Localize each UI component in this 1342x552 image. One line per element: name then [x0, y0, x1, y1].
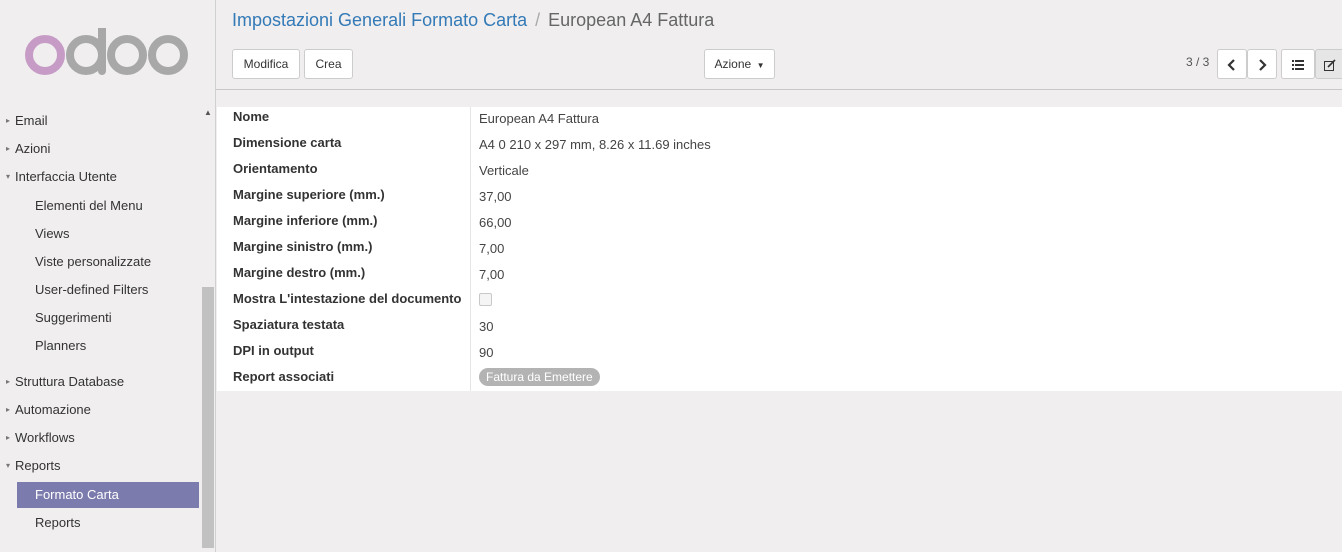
- edit-button[interactable]: Modifica: [232, 49, 300, 79]
- field-row-dimensione-carta: Dimensione carta A4 0 210 x 297 mm, 8.26…: [217, 133, 1342, 159]
- field-label: Margine destro (mm.): [233, 265, 366, 280]
- sidebar-scrollbar[interactable]: ▲: [201, 106, 215, 552]
- breadcrumb-separator: /: [535, 10, 541, 30]
- field-label: Report associati: [233, 369, 335, 384]
- field-row-margine-superiore: Margine superiore (mm.) 37,00: [217, 185, 1342, 211]
- action-dropdown-button[interactable]: Azione ▼: [704, 49, 775, 79]
- breadcrumb: Impostazioni Generali Formato Carta / Euro…: [232, 10, 714, 31]
- control-panel: Impostazioni Generali Formato Carta / Euro…: [216, 0, 1342, 90]
- sidebar-item-label: Formato Carta: [35, 487, 119, 502]
- field-value: 90: [479, 345, 494, 360]
- field-label: Margine superiore (mm.): [233, 187, 385, 202]
- field-label: Orientamento: [233, 161, 318, 176]
- field-row-nome: Nome European A4 Fattura: [217, 107, 1342, 133]
- caret-down-icon: ▾: [5, 461, 10, 470]
- sidebar-item-label: Viste personalizzate: [35, 254, 152, 269]
- field-row-spaziatura-testata: Spaziatura testata 30: [217, 315, 1342, 341]
- sidebar-item-label: Suggerimenti: [35, 310, 112, 325]
- caret-right-icon: ▸: [5, 377, 10, 386]
- field-label: Dimensione carta: [233, 135, 342, 150]
- field-row-orientamento: Orientamento Verticale: [217, 159, 1342, 185]
- field-value: 7,00: [479, 241, 505, 256]
- pager-next-button[interactable]: [1247, 49, 1277, 79]
- field-label: Mostra L'intestazione del documento: [233, 291, 462, 306]
- caret-right-icon: ▸: [5, 144, 10, 153]
- form-sheet: Nome European A4 Fattura Dimensione cart…: [217, 107, 1342, 391]
- field-row-margine-inferiore: Margine inferiore (mm.) 66,00: [217, 211, 1342, 237]
- breadcrumb-current: European A4 Fattura: [548, 10, 715, 30]
- report-tag[interactable]: Fattura da Emettere: [479, 368, 600, 386]
- caret-down-icon: ▼: [756, 61, 765, 70]
- create-button[interactable]: Crea: [304, 49, 353, 79]
- field-value: 37,00: [479, 189, 512, 204]
- field-value: A4 0 210 x 297 mm, 8.26 x 11.69 inches: [479, 137, 711, 152]
- caret-down-icon: ▾: [5, 172, 10, 181]
- sidebar-item-label: Email: [15, 113, 48, 128]
- field-row-mostra-intestazione: Mostra L'intestazione del documento: [217, 289, 1342, 315]
- chevron-right-icon: [1259, 59, 1267, 71]
- field-value: 66,00: [479, 215, 512, 230]
- sidebar-item-label: User-defined Filters: [35, 282, 149, 297]
- odoo-logo[interactable]: [22, 28, 192, 80]
- form-view-button[interactable]: [1315, 49, 1342, 79]
- field-row-dpi-in-output: DPI in output 90: [217, 341, 1342, 367]
- sidebar-item-label: Automazione: [15, 402, 91, 417]
- caret-right-icon: ▸: [5, 405, 10, 414]
- caret-right-icon: ▸: [5, 433, 10, 442]
- scroll-up-arrow-icon[interactable]: ▲: [201, 106, 215, 120]
- field-row-margine-sinistro: Margine sinistro (mm.) 7,00: [217, 237, 1342, 263]
- field-value: European A4 Fattura: [479, 111, 599, 126]
- sidebar-item-label: Struttura Database: [15, 374, 125, 389]
- chevron-left-icon: [1227, 59, 1235, 71]
- sidebar-item-label: Reports: [15, 458, 61, 473]
- header-checkbox[interactable]: [479, 293, 492, 306]
- sidebar-item-label: Planners: [35, 338, 87, 353]
- field-label: Margine inferiore (mm.): [233, 213, 378, 228]
- scrollbar-thumb[interactable]: [202, 287, 214, 548]
- pager-value[interactable]: 3 / 3: [1186, 55, 1209, 69]
- action-dropdown-label: Azione: [714, 57, 752, 71]
- list-view-button[interactable]: [1281, 49, 1315, 79]
- sidebar-item-label: Reports: [35, 515, 81, 530]
- pager-previous-button[interactable]: [1217, 49, 1247, 79]
- edit-form-icon: [1324, 59, 1336, 71]
- sidebar-item-label: Views: [35, 226, 70, 241]
- field-row-margine-destro: Margine destro (mm.) 7,00: [217, 263, 1342, 289]
- field-label: Spaziatura testata: [233, 317, 345, 332]
- sidebar: ▸ Email ▸ Azioni ▾ Interfaccia Utente El…: [0, 0, 216, 552]
- sidebar-item-label: Azioni: [15, 141, 51, 156]
- list-icon: [1292, 60, 1304, 70]
- field-label: DPI in output: [233, 343, 314, 358]
- sidebar-item-formato-carta[interactable]: Formato Carta: [17, 482, 199, 508]
- field-value: 7,00: [479, 267, 505, 282]
- field-label: Nome: [233, 109, 270, 124]
- sidebar-item-label: Workflows: [15, 430, 75, 445]
- sidebar-item-label: Interfaccia Utente: [15, 169, 117, 184]
- field-value: Verticale: [479, 163, 529, 178]
- caret-right-icon: ▸: [5, 116, 10, 125]
- sidebar-item-label: Elementi del Menu: [35, 198, 143, 213]
- field-label: Margine sinistro (mm.): [233, 239, 373, 254]
- field-value: 30: [479, 319, 494, 334]
- field-row-report-associati: Report associati Fattura da Emettere: [217, 367, 1342, 393]
- breadcrumb-parent-link[interactable]: Impostazioni Generali Formato Carta: [232, 10, 527, 30]
